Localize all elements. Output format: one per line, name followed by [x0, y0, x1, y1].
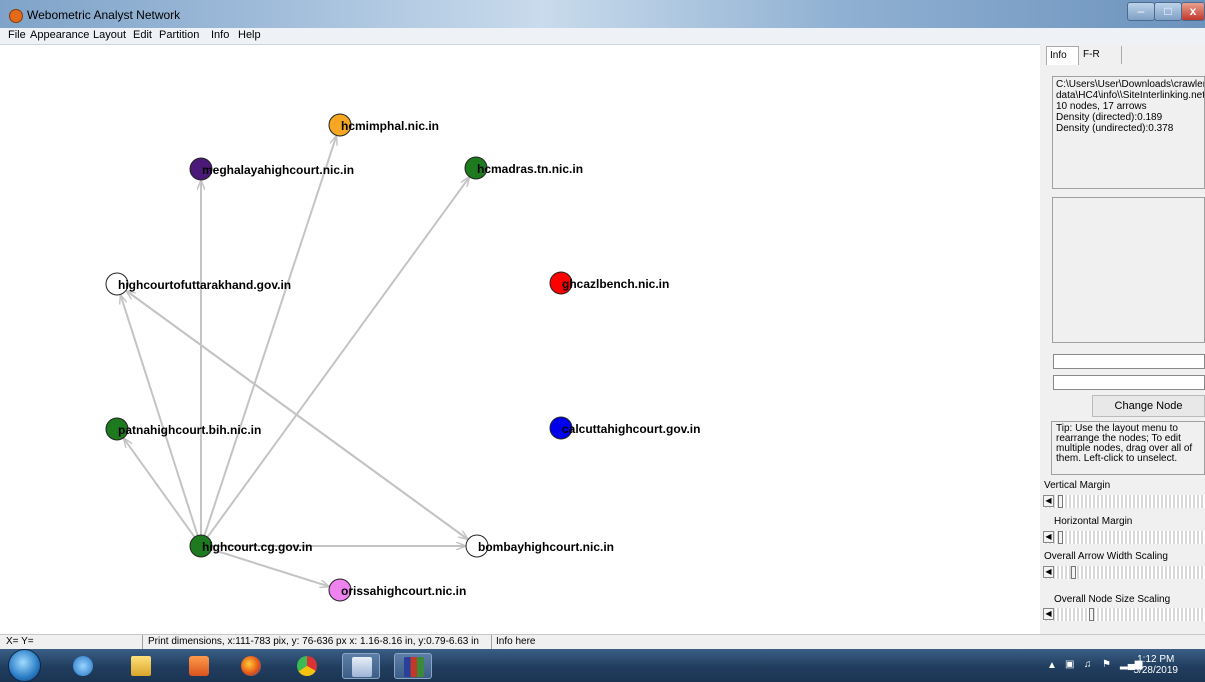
info-line: Density (undirected):0.378 [1056, 123, 1174, 134]
slider-thumb[interactable] [1058, 531, 1064, 544]
node-label: highcourt.cg.gov.in [202, 540, 312, 554]
node-hcmadras[interactable]: hcmadras.tn.nic.in [464, 156, 583, 180]
node-calcutta[interactable]: calcuttahighcourt.gov.in [549, 416, 700, 440]
side-panel: Info F-R C:\Users\User\Downloads\crawler… [1040, 44, 1205, 634]
firefox-icon[interactable] [232, 653, 270, 679]
change-node-properties-button[interactable]: Change Node Properties [1092, 395, 1205, 432]
start-button[interactable] [8, 649, 41, 682]
clock-date: 5/28/2019 [1133, 665, 1179, 676]
media-icon[interactable] [180, 653, 218, 679]
status-info: Info here [496, 636, 536, 647]
info-line: Density (directed):0.189 [1056, 112, 1163, 123]
node-label: orissahighcourt.nic.in [341, 584, 466, 598]
close-button[interactable]: x [1181, 2, 1205, 21]
menu-bar: File Appearance Layout Edit Partition In… [0, 28, 1205, 45]
node-label: hcmimphal.nic.in [341, 119, 439, 133]
system-tray: ▲ ▣ ♫ ⚑ ▂▄▆ 1:12 PM 5/28/2019 [1040, 654, 1200, 678]
network-icon[interactable]: ▣ [1065, 659, 1074, 670]
info-line: C:\Users\User\Downloads\crawler [1056, 79, 1205, 90]
edge-arrow [121, 295, 199, 536]
menu-help[interactable]: Help [238, 29, 261, 41]
node-uttarakhand[interactable]: highcourtofuttarakhand.gov.in [105, 272, 291, 296]
node-label: ghcazlbench.nic.in [562, 277, 669, 291]
menu-partition[interactable]: Partition [159, 29, 199, 41]
arrow-width-scaling-slider[interactable]: ◀ [1043, 566, 1205, 579]
coordinates-readout: X= Y= [6, 636, 34, 647]
node-label: meghalayahighcourt.nic.in [202, 163, 354, 177]
menu-edit[interactable]: Edit [133, 29, 152, 41]
status-bar: X= Y= Print dimensions, x:111-783 pix, y… [0, 634, 1205, 650]
maximize-button[interactable]: □ [1154, 2, 1182, 21]
clock[interactable]: 1:12 PM 5/28/2019 [1134, 654, 1179, 676]
slider-left-arrow-icon[interactable]: ◀ [1043, 608, 1054, 620]
app-icon [9, 9, 23, 23]
taskbar: ▲ ▣ ♫ ⚑ ▂▄▆ 1:12 PM 5/28/2019 [0, 649, 1205, 682]
network-canvas[interactable]: hcmimphal.nic.in meghalayahighcourt.nic.i… [0, 44, 1040, 634]
slider-thumb[interactable] [1058, 495, 1064, 508]
tab-info[interactable]: Info [1046, 46, 1079, 65]
edge-arrow [203, 136, 336, 536]
info-line: 10 nodes, 17 arrows [1056, 101, 1147, 112]
print-dimensions: Print dimensions, x:111-783 pix, y: 76-6… [148, 636, 479, 647]
clock-time: 1:12 PM [1137, 654, 1175, 665]
info-line: data\HC4\info\\SiteInterlinking.net [1056, 90, 1205, 101]
network-info-box: C:\Users\User\Downloads\crawler data\HC4… [1052, 76, 1205, 189]
node-label: calcuttahighcourt.gov.in [562, 422, 700, 436]
tip-box: Tip: Use the layout menu to rearrange th… [1051, 421, 1205, 475]
menu-layout[interactable]: Layout [93, 29, 126, 41]
window-title: Webometric Analyst Network [27, 8, 181, 22]
vertical-margin-slider[interactable]: ◀ [1043, 495, 1205, 508]
volume-icon[interactable]: ♫ [1084, 659, 1092, 670]
tray-expand-icon[interactable]: ▲ [1047, 660, 1057, 671]
node-patna[interactable]: patnahighcourt.bih.nic.in [105, 417, 261, 441]
menu-file[interactable]: File [8, 29, 26, 41]
node-bombay[interactable]: bombayhighcourt.nic.in [465, 534, 614, 558]
node-size-scaling-slider[interactable]: ◀ [1043, 608, 1205, 621]
node-cg[interactable]: highcourt.cg.gov.in [189, 534, 312, 558]
edge-arrow [125, 289, 467, 538]
node-label-field[interactable] [1053, 354, 1205, 369]
explorer-icon[interactable] [122, 653, 160, 679]
tab-fr[interactable]: F-R [1080, 46, 1122, 64]
arrow-width-scaling-label: Overall Arrow Width Scaling [1044, 551, 1168, 562]
node-label: patnahighcourt.bih.nic.in [118, 423, 261, 437]
slider-left-arrow-icon[interactable]: ◀ [1043, 566, 1054, 578]
node-label: hcmadras.tn.nic.in [477, 162, 583, 176]
ie-icon[interactable] [64, 653, 102, 679]
node-properties-box [1052, 197, 1205, 343]
slider-thumb[interactable] [1070, 566, 1076, 579]
slider-thumb[interactable] [1089, 608, 1094, 621]
flag-icon[interactable]: ⚑ [1102, 659, 1111, 670]
node-size-scaling-label: Overall Node Size Scaling [1054, 594, 1171, 605]
vertical-margin-label: Vertical Margin [1044, 480, 1111, 491]
slider-left-arrow-icon[interactable]: ◀ [1043, 495, 1054, 507]
node-orissa[interactable]: orissahighcourt.nic.in [328, 578, 466, 602]
horizontal-margin-label: Horizontal Margin [1054, 516, 1133, 527]
minimize-button[interactable]: – [1127, 2, 1155, 21]
node-label: highcourtofuttarakhand.gov.in [118, 278, 291, 292]
title-bar: Webometric Analyst Network – □ x [0, 0, 1205, 28]
node-hcmimphal[interactable]: hcmimphal.nic.in [328, 113, 439, 137]
node-allahabad[interactable]: ghcazlbench.nic.in [549, 271, 669, 295]
node-size-field[interactable] [1053, 375, 1205, 390]
word-icon[interactable] [342, 653, 380, 679]
edge-arrow [211, 548, 328, 586]
books-icon[interactable] [394, 653, 432, 679]
node-meghalaya[interactable]: meghalayahighcourt.nic.in [189, 157, 354, 181]
slider-left-arrow-icon[interactable]: ◀ [1043, 531, 1054, 543]
chrome-icon[interactable] [288, 653, 326, 679]
menu-info[interactable]: Info [211, 29, 229, 41]
horizontal-margin-slider[interactable]: ◀ [1043, 531, 1205, 544]
node-label: bombayhighcourt.nic.in [478, 540, 614, 554]
menu-appearance[interactable]: Appearance [30, 29, 89, 41]
edge-arrow [206, 178, 468, 538]
edge-arrow [124, 439, 196, 538]
